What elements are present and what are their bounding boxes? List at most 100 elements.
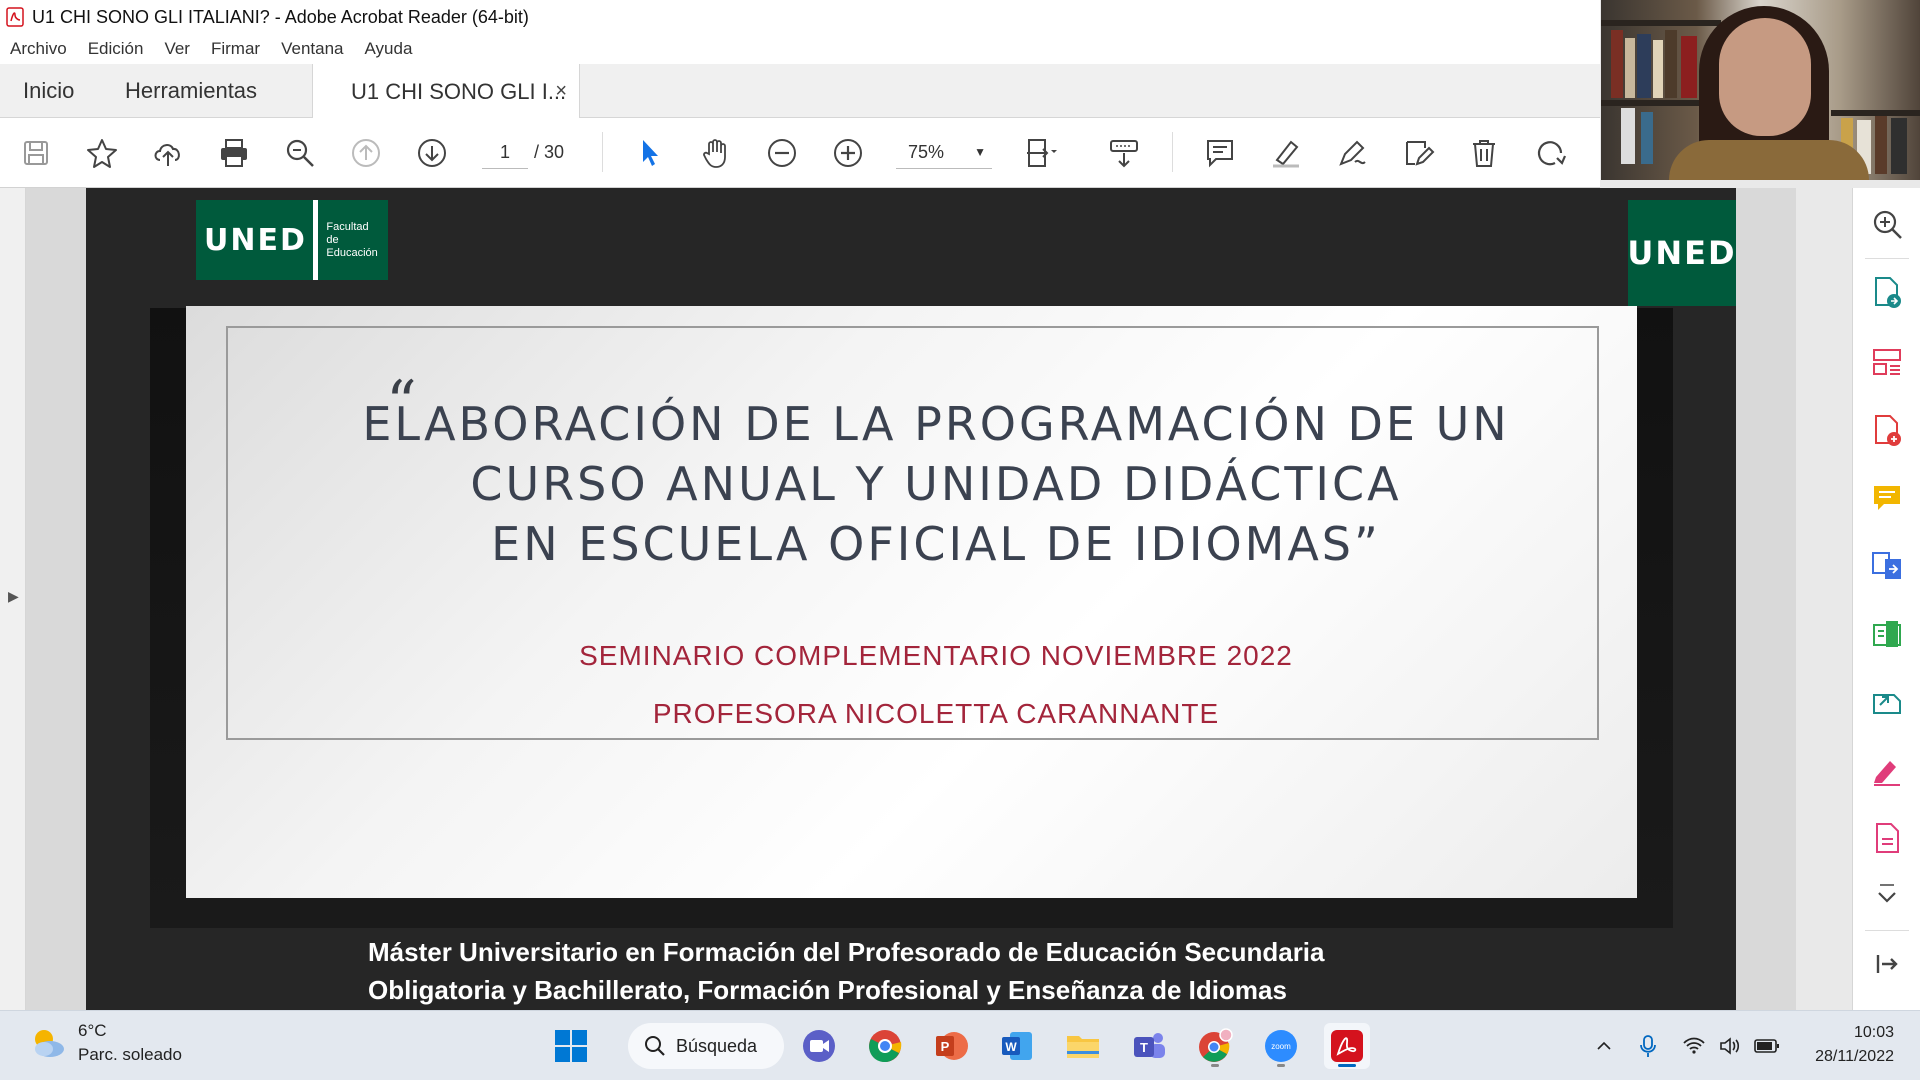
combine-files-icon[interactable] — [1869, 548, 1905, 584]
bookmark-star-icon[interactable] — [84, 135, 120, 171]
weather-description: Parc. soleado — [78, 1045, 182, 1064]
create-pdf-icon[interactable] — [1869, 412, 1905, 448]
slide-title: ELABORACIÓN DE LA PROGRAMACIÓN DE UN CUR… — [286, 394, 1586, 574]
comment-icon[interactable] — [1202, 135, 1238, 171]
zoom-search-icon[interactable] — [282, 135, 318, 171]
export-convert-icon[interactable] — [1869, 684, 1905, 720]
select-cursor-icon[interactable] — [632, 135, 668, 171]
scroll-mode-icon[interactable] — [1106, 135, 1142, 171]
windows-start-icon[interactable] — [548, 1023, 594, 1069]
weather-widget[interactable]: 6°C Parc. soleado — [30, 1019, 182, 1067]
clock-date: 28/11/2022 — [1815, 1048, 1894, 1065]
book — [1665, 30, 1677, 98]
book — [1621, 108, 1635, 164]
organize-pages-icon[interactable] — [1869, 344, 1905, 380]
clock-time: 10:03 — [1853, 1024, 1894, 1041]
weather-text: 6°C Parc. soleado — [78, 1019, 182, 1067]
collapse-tools-pane-icon[interactable] — [1869, 946, 1905, 982]
zoom-app-icon[interactable]: zoom — [1258, 1023, 1304, 1069]
zoom-out-icon[interactable] — [764, 135, 800, 171]
toolbar-divider — [602, 132, 603, 172]
next-page-icon[interactable] — [414, 135, 450, 171]
rail-divider — [1865, 258, 1909, 259]
document-viewer[interactable]: UNED Facultad de Educación UNED “ ELABOR… — [26, 188, 1796, 1010]
tab-document[interactable]: U1 CHI SONO GLI I... × — [312, 64, 580, 119]
page-fit-icon[interactable] — [1022, 135, 1058, 171]
partly-sunny-icon — [30, 1025, 66, 1061]
draw-pen-icon[interactable] — [1334, 135, 1370, 171]
search-label: Búsqueda — [676, 1035, 758, 1056]
main-toolbar: 1 / 30 75% ▼ — [0, 118, 1600, 188]
acrobat-reader-icon[interactable] — [1324, 1023, 1370, 1069]
menu-ventana[interactable]: Ventana — [281, 39, 343, 59]
edit-pdf-icon[interactable] — [1869, 616, 1905, 652]
meet-video-icon[interactable] — [796, 1023, 842, 1069]
book — [1875, 116, 1887, 174]
search-icon — [645, 1036, 665, 1056]
window-title-bar: U1 CHI SONO GLI ITALIANI? - Adobe Acroba… — [0, 0, 1600, 34]
zoom-level-select[interactable]: 75% ▼ — [896, 135, 992, 169]
book — [1637, 34, 1651, 98]
tab-document-label: U1 CHI SONO GLI I... — [351, 78, 567, 104]
zoom-in-tool-icon[interactable] — [1869, 206, 1905, 242]
menu-ver[interactable]: Ver — [164, 39, 190, 59]
cloud-upload-icon[interactable] — [150, 135, 186, 171]
expand-left-panel-icon[interactable]: ▶ — [8, 588, 19, 605]
zoom-level-value: 75% — [908, 142, 945, 162]
chevron-down-icon[interactable] — [1869, 878, 1905, 914]
previous-page-icon[interactable] — [348, 135, 384, 171]
book — [1625, 38, 1635, 98]
chrome-profile-icon[interactable] — [1192, 1023, 1238, 1069]
page-count: / 30 — [534, 135, 564, 169]
microphone-icon[interactable] — [1634, 1023, 1662, 1069]
menu-edicion[interactable]: Edición — [88, 39, 144, 59]
save-icon[interactable] — [18, 135, 54, 171]
rail-divider — [1865, 930, 1909, 931]
menu-archivo[interactable]: Archivo — [10, 39, 67, 59]
more-tools-document-icon[interactable] — [1869, 820, 1905, 856]
powerpoint-icon[interactable]: P — [928, 1023, 974, 1069]
menu-ayuda[interactable]: Ayuda — [365, 39, 413, 59]
comment-tool-icon[interactable] — [1869, 480, 1905, 516]
wifi-icon[interactable] — [1680, 1023, 1708, 1069]
svg-text:zoom: zoom — [1271, 1042, 1291, 1051]
slide-title-line-3: EN ESCUELA OFICIAL DE IDIOMAS” — [491, 517, 1381, 571]
webcam-video-overlay — [1601, 0, 1920, 180]
menu-bar: Archivo Edición Ver Firmar Ventana Ayuda — [0, 34, 1600, 64]
slide-title-line-2: CURSO ANUAL Y UNIDAD DIDÁCTICA — [470, 457, 1402, 511]
active-app-indicator — [1338, 1064, 1356, 1067]
export-pdf-icon[interactable] — [1869, 274, 1905, 310]
chrome-icon[interactable] — [862, 1023, 908, 1069]
word-icon[interactable]: W — [994, 1023, 1040, 1069]
window-title: U1 CHI SONO GLI ITALIANI? - Adobe Acroba… — [32, 6, 529, 27]
left-navigation-panel: ▶ — [0, 188, 26, 1010]
close-tab-icon[interactable]: × — [555, 80, 567, 103]
book — [1891, 118, 1907, 174]
fill-sign-icon[interactable] — [1400, 135, 1436, 171]
bookshelf — [1601, 20, 1721, 26]
total-pages: 30 — [544, 142, 565, 162]
svg-text:P: P — [941, 1039, 950, 1054]
teams-icon[interactable]: T — [1126, 1023, 1172, 1069]
rotate-icon[interactable] — [1532, 135, 1568, 171]
page-number-input[interactable]: 1 — [482, 135, 528, 169]
battery-icon[interactable] — [1752, 1023, 1782, 1069]
fill-and-sign-icon[interactable] — [1869, 752, 1905, 788]
chevron-up-icon[interactable] — [1590, 1023, 1618, 1069]
highlighter-icon[interactable] — [1268, 135, 1304, 171]
tab-herramientas[interactable]: Herramientas — [125, 64, 257, 118]
menu-firmar[interactable]: Firmar — [211, 39, 260, 59]
book — [1653, 40, 1663, 98]
system-clock[interactable]: 10:03 28/11/2022 — [1790, 1021, 1894, 1069]
delete-trash-icon[interactable] — [1466, 135, 1502, 171]
volume-icon[interactable] — [1716, 1023, 1744, 1069]
slide-footer-line-2: Obligatoria y Bachillerato, Formación Pr… — [368, 975, 1287, 1005]
hand-tool-icon[interactable] — [698, 135, 734, 171]
file-explorer-icon[interactable] — [1060, 1023, 1106, 1069]
windows-taskbar: 6°C Parc. soleado Búsqueda P W T zoom 10… — [0, 1010, 1920, 1080]
zoom-in-icon[interactable] — [830, 135, 866, 171]
tab-inicio[interactable]: Inicio — [23, 64, 74, 118]
slide-title-line-1: ELABORACIÓN DE LA PROGRAMACIÓN DE UN — [362, 397, 1510, 451]
print-icon[interactable] — [216, 135, 252, 171]
taskbar-search-box[interactable]: Búsqueda — [628, 1023, 784, 1069]
